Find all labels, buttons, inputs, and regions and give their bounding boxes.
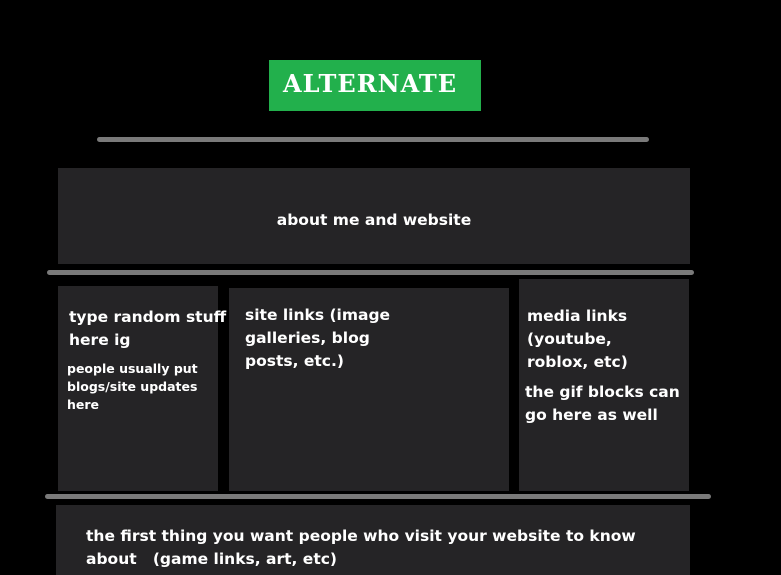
- divider-middle: [47, 270, 694, 275]
- middle-panel: site links (image galleries, blog posts,…: [229, 288, 509, 491]
- about-text: about me and website: [276, 211, 472, 229]
- right-panel-subtext: the gif blocks can go here as well: [525, 383, 680, 424]
- right-panel-heading: media links (youtube, roblox, etc): [527, 307, 628, 371]
- left-panel-subtext: people usually put blogs/site updates he…: [67, 361, 198, 412]
- left-panel: type random stuff here ig people usually…: [58, 286, 226, 491]
- about-panel: about me and website: [58, 168, 690, 264]
- bottom-panel-text: the first thing you want people who visi…: [86, 527, 642, 568]
- divider-top: [97, 137, 649, 142]
- site-title-banner: ALTERNATE: [269, 60, 481, 111]
- site-title: ALTERNATE: [283, 69, 458, 98]
- left-panel-heading: type random stuff here ig: [69, 308, 227, 349]
- middle-panel-text: site links (image galleries, blog posts,…: [245, 306, 391, 370]
- right-panel: media links (youtube, roblox, etc) the g…: [519, 279, 689, 491]
- bottom-panel: the first thing you want people who visi…: [56, 505, 690, 575]
- divider-bottom: [45, 494, 711, 499]
